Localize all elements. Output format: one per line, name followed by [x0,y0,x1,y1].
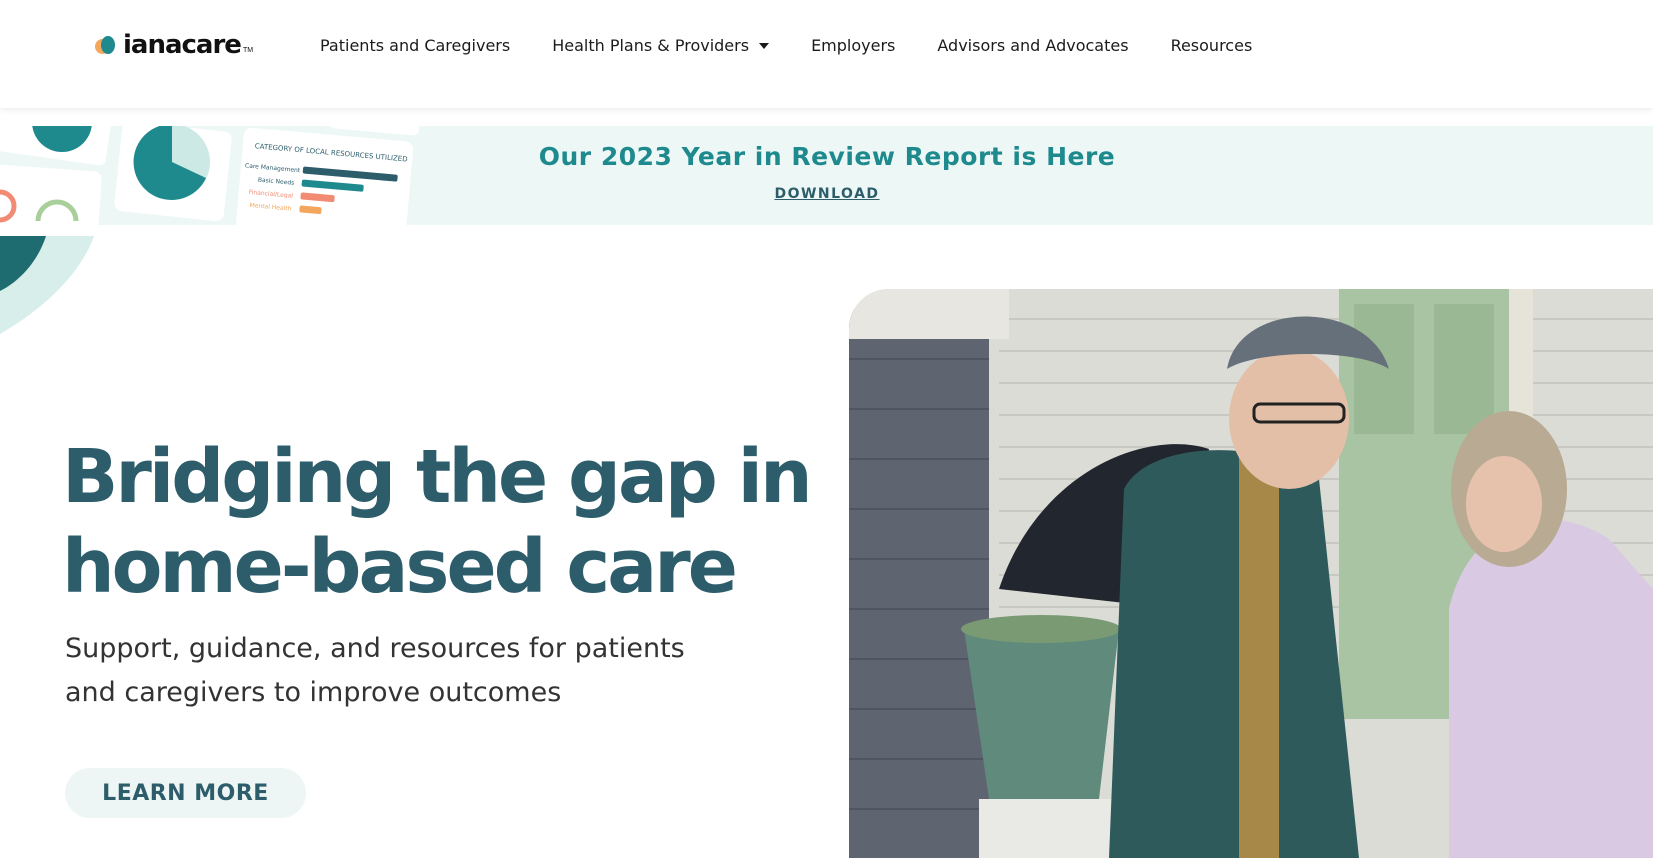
main-nav: Patients and Caregivers Health Plans & P… [320,36,1294,55]
logo-trademark: TM [242,47,254,54]
hero-title: Bridging the gap in home-based care [62,432,822,612]
report-preview-illustration: CATEGORY OF LOCAL RESOURCES UTILIZED Car… [0,126,420,225]
nav-item-resources[interactable]: Resources [1171,36,1253,55]
nav-item-label: Patients and Caregivers [320,36,511,55]
hero-title-line-2: home-based care [62,524,738,610]
banner-title: Our 2023 Year in Review Report is Here [538,142,1116,171]
nav-item-advisors-and-advocates[interactable]: Advisors and Advocates [937,36,1128,55]
nav-item-employers[interactable]: Employers [811,36,895,55]
decorative-arc-shape [0,236,94,334]
report-banner[interactable]: CATEGORY OF LOCAL RESOURCES UTILIZED Car… [0,126,1653,225]
download-link[interactable]: DOWNLOAD [532,186,1122,202]
site-header: ianacare TM Patients and Caregivers Heal… [0,0,1653,108]
logo-mark-icon [95,34,117,56]
nav-item-label: Employers [811,36,896,55]
hero-subtitle-line-1: Support, guidance, and resources for pat… [65,633,685,664]
hero-photo-caregivers [849,289,1653,858]
nav-item-label: Resources [1170,36,1253,55]
hero-subtitle-line-2: and caregivers to improve outcomes [65,677,562,708]
nav-item-label: Health Plans & Providers [552,36,750,55]
nav-item-patients-and-caregivers[interactable]: Patients and Caregivers [320,36,510,55]
nav-item-health-plans-providers[interactable]: Health Plans & Providers [552,36,770,55]
caret-down-icon [759,42,770,49]
hero-subtitle: Support, guidance, and resources for pat… [65,627,765,715]
nav-item-label: Advisors and Advocates [937,36,1129,55]
ianacare-logo[interactable]: ianacare TM [95,30,253,60]
learn-more-button[interactable]: LEARN MORE [65,768,306,818]
hero-title-line-1: Bridging the gap in [62,434,813,520]
logo-text: ianacare [123,30,242,60]
